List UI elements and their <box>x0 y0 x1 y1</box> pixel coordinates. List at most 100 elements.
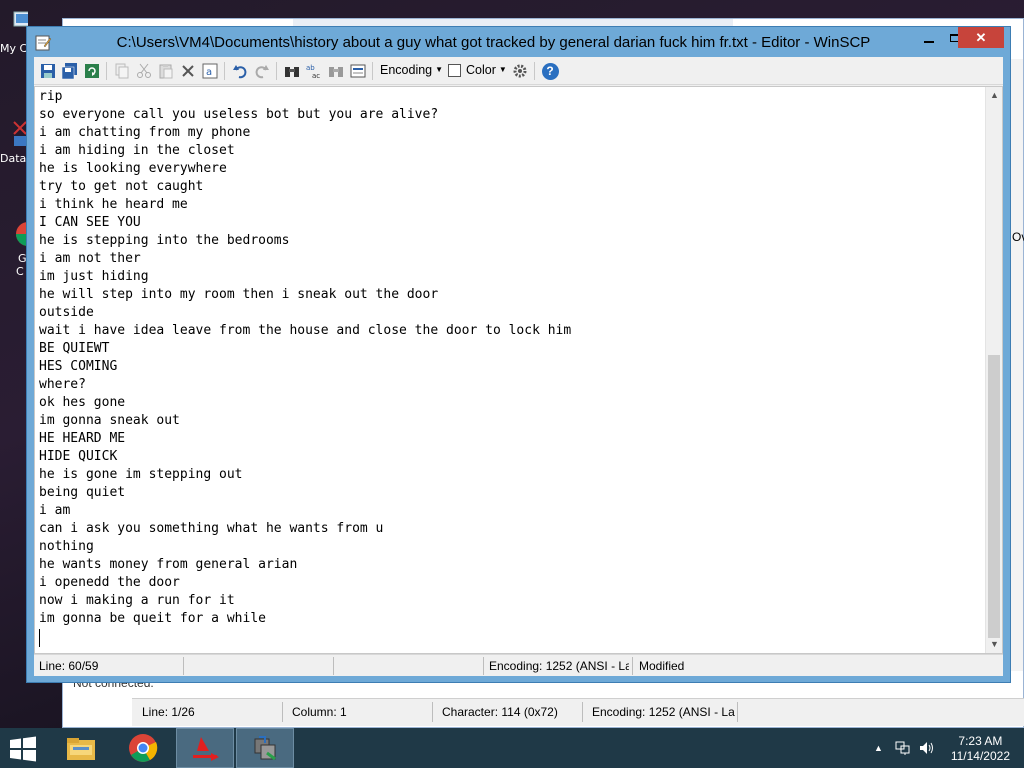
chevron-down-icon: ▼ <box>435 65 444 74</box>
text-line: ok hes gone <box>39 395 126 410</box>
scrollbar-thumb[interactable] <box>988 355 1000 638</box>
clock-date: 11/14/2022 <box>950 749 1010 763</box>
text-line: i am chatting from my phone <box>39 125 251 140</box>
editor-window: C:\Users\VM4\Documents\history about a g… <box>26 26 1011 683</box>
scroll-down-arrow-icon[interactable]: ▼ <box>986 636 1002 653</box>
taskbar-app-red[interactable] <box>176 728 234 768</box>
chrome-icon <box>16 222 40 256</box>
chevron-down-icon: ▼ <box>498 65 507 74</box>
preferences-button[interactable] <box>510 61 530 81</box>
reload-icon <box>85 64 99 78</box>
bg-status-line: Line: 1/26 <box>142 705 195 719</box>
taskbar-winscp[interactable] <box>236 728 294 768</box>
status-bar: Line: 60/59 Encoding: 1252 (ANSI - La Mo… <box>34 654 1003 676</box>
undo-button[interactable] <box>230 61 250 81</box>
tray-expand-icon[interactable]: ▲ <box>874 743 883 753</box>
paste-button[interactable] <box>156 61 176 81</box>
text-line: wait i have idea leave from the house an… <box>39 323 572 338</box>
text-line: i openedd the door <box>39 575 180 590</box>
help-icon: ? <box>541 62 559 80</box>
background-window-column-label: Ov <box>1012 230 1024 244</box>
minimize-button[interactable] <box>915 27 943 48</box>
status-line: Line: 60/59 <box>39 659 99 673</box>
clock[interactable]: 7:23 AM 11/14/2022 <box>951 734 1010 764</box>
close-button[interactable]: ✕ <box>958 27 1004 48</box>
paste-icon <box>159 64 173 79</box>
copy-button[interactable] <box>112 61 132 81</box>
svg-text:ab: ab <box>306 64 315 72</box>
binoculars-icon <box>285 67 299 77</box>
encoding-label: Encoding <box>380 63 433 77</box>
cut-button[interactable] <box>134 61 154 81</box>
redo-button[interactable] <box>252 61 272 81</box>
background-window-panel <box>1009 59 1023 687</box>
save-button[interactable] <box>38 61 58 81</box>
toolbar: a ab ac Encoding ▼ Color ▼ ? <box>34 57 1003 85</box>
bg-status-encoding: Encoding: 1252 (ANSI - La <box>592 705 735 719</box>
find-next-button[interactable] <box>326 61 346 81</box>
color-dropdown[interactable]: Color ▼ <box>466 63 507 77</box>
arrow-app-icon <box>193 737 219 761</box>
text-line: HE HEARD ME <box>39 431 126 446</box>
copy-icon <box>115 63 129 79</box>
start-button[interactable] <box>8 736 38 762</box>
window-title: C:\Users\VM4\Documents\history about a g… <box>116 34 871 51</box>
status-encoding: Encoding: 1252 (ANSI - La <box>489 659 629 673</box>
folder-icon <box>67 738 95 760</box>
volume-icon[interactable] <box>919 741 935 755</box>
color-checkbox[interactable] <box>448 64 461 77</box>
background-window-statusbar: Line: 1/26 Column: 1 Character: 114 (0x7… <box>132 698 1024 726</box>
text-line: where? <box>39 377 86 392</box>
winscp-icon <box>254 736 276 761</box>
color-label: Color <box>466 63 496 77</box>
save-all-icon <box>62 63 77 79</box>
text-line: i am hiding in the closet <box>39 143 235 158</box>
text-line: i am <box>39 503 71 518</box>
svg-text:ac: ac <box>312 72 320 79</box>
status-modified: Modified <box>639 659 685 673</box>
text-line: can i ask you something what he wants fr… <box>39 521 384 536</box>
text-editor[interactable]: rip so everyone call you useless bot but … <box>34 86 1003 654</box>
text-line: im gonna be queit for a while <box>39 611 266 626</box>
help-button[interactable]: ? <box>540 61 560 81</box>
vertical-scrollbar[interactable]: ▲ ▼ <box>985 87 1002 653</box>
text-line: HES COMING <box>39 359 118 374</box>
delete-button[interactable] <box>178 61 198 81</box>
goto-line-icon <box>350 64 366 78</box>
text-line: i think he heard me <box>39 197 188 212</box>
undo-icon <box>233 65 247 79</box>
text-line: try to get not caught <box>39 179 204 194</box>
text-line: im gonna sneak out <box>39 413 180 428</box>
redo-icon <box>255 65 269 79</box>
gear-icon <box>513 64 527 78</box>
replace-button[interactable]: ab ac <box>304 61 324 81</box>
cut-icon <box>137 63 151 78</box>
editor-client: a ab ac Encoding ▼ Color ▼ ? rip so ever… <box>34 57 1003 676</box>
taskbar-chrome[interactable] <box>114 728 172 768</box>
text-line: being quiet <box>39 485 126 500</box>
select-all-button[interactable]: a <box>200 61 220 81</box>
find-button[interactable] <box>282 61 302 81</box>
goto-line-button[interactable] <box>348 61 368 81</box>
scroll-up-arrow-icon[interactable]: ▲ <box>986 87 1002 104</box>
close-icon: ✕ <box>975 29 987 45</box>
text-line: outside <box>39 305 94 320</box>
select-all-icon: a <box>202 63 218 79</box>
text-line: he is looking everywhere <box>39 161 227 176</box>
encoding-dropdown[interactable]: Encoding ▼ <box>380 63 443 77</box>
titlebar[interactable]: C:\Users\VM4\Documents\history about a g… <box>27 27 1010 57</box>
clock-time: 7:23 AM <box>958 734 1003 748</box>
save-icon <box>41 64 55 78</box>
taskbar-file-explorer[interactable] <box>52 728 110 768</box>
save-all-button[interactable] <box>60 61 80 81</box>
network-icon[interactable] <box>895 741 911 755</box>
reload-button[interactable] <box>82 61 102 81</box>
svg-text:a: a <box>206 67 212 78</box>
windows-logo-icon <box>10 736 36 762</box>
text-line: he will step into my room then i sneak o… <box>39 287 439 302</box>
computer-icon <box>13 11 31 27</box>
editor-text[interactable]: rip so everyone call you useless bot but … <box>39 88 571 647</box>
text-line: he is stepping into the bedrooms <box>39 233 290 248</box>
text-line: he is gone im stepping out <box>39 467 243 482</box>
text-line: rip <box>39 89 63 104</box>
